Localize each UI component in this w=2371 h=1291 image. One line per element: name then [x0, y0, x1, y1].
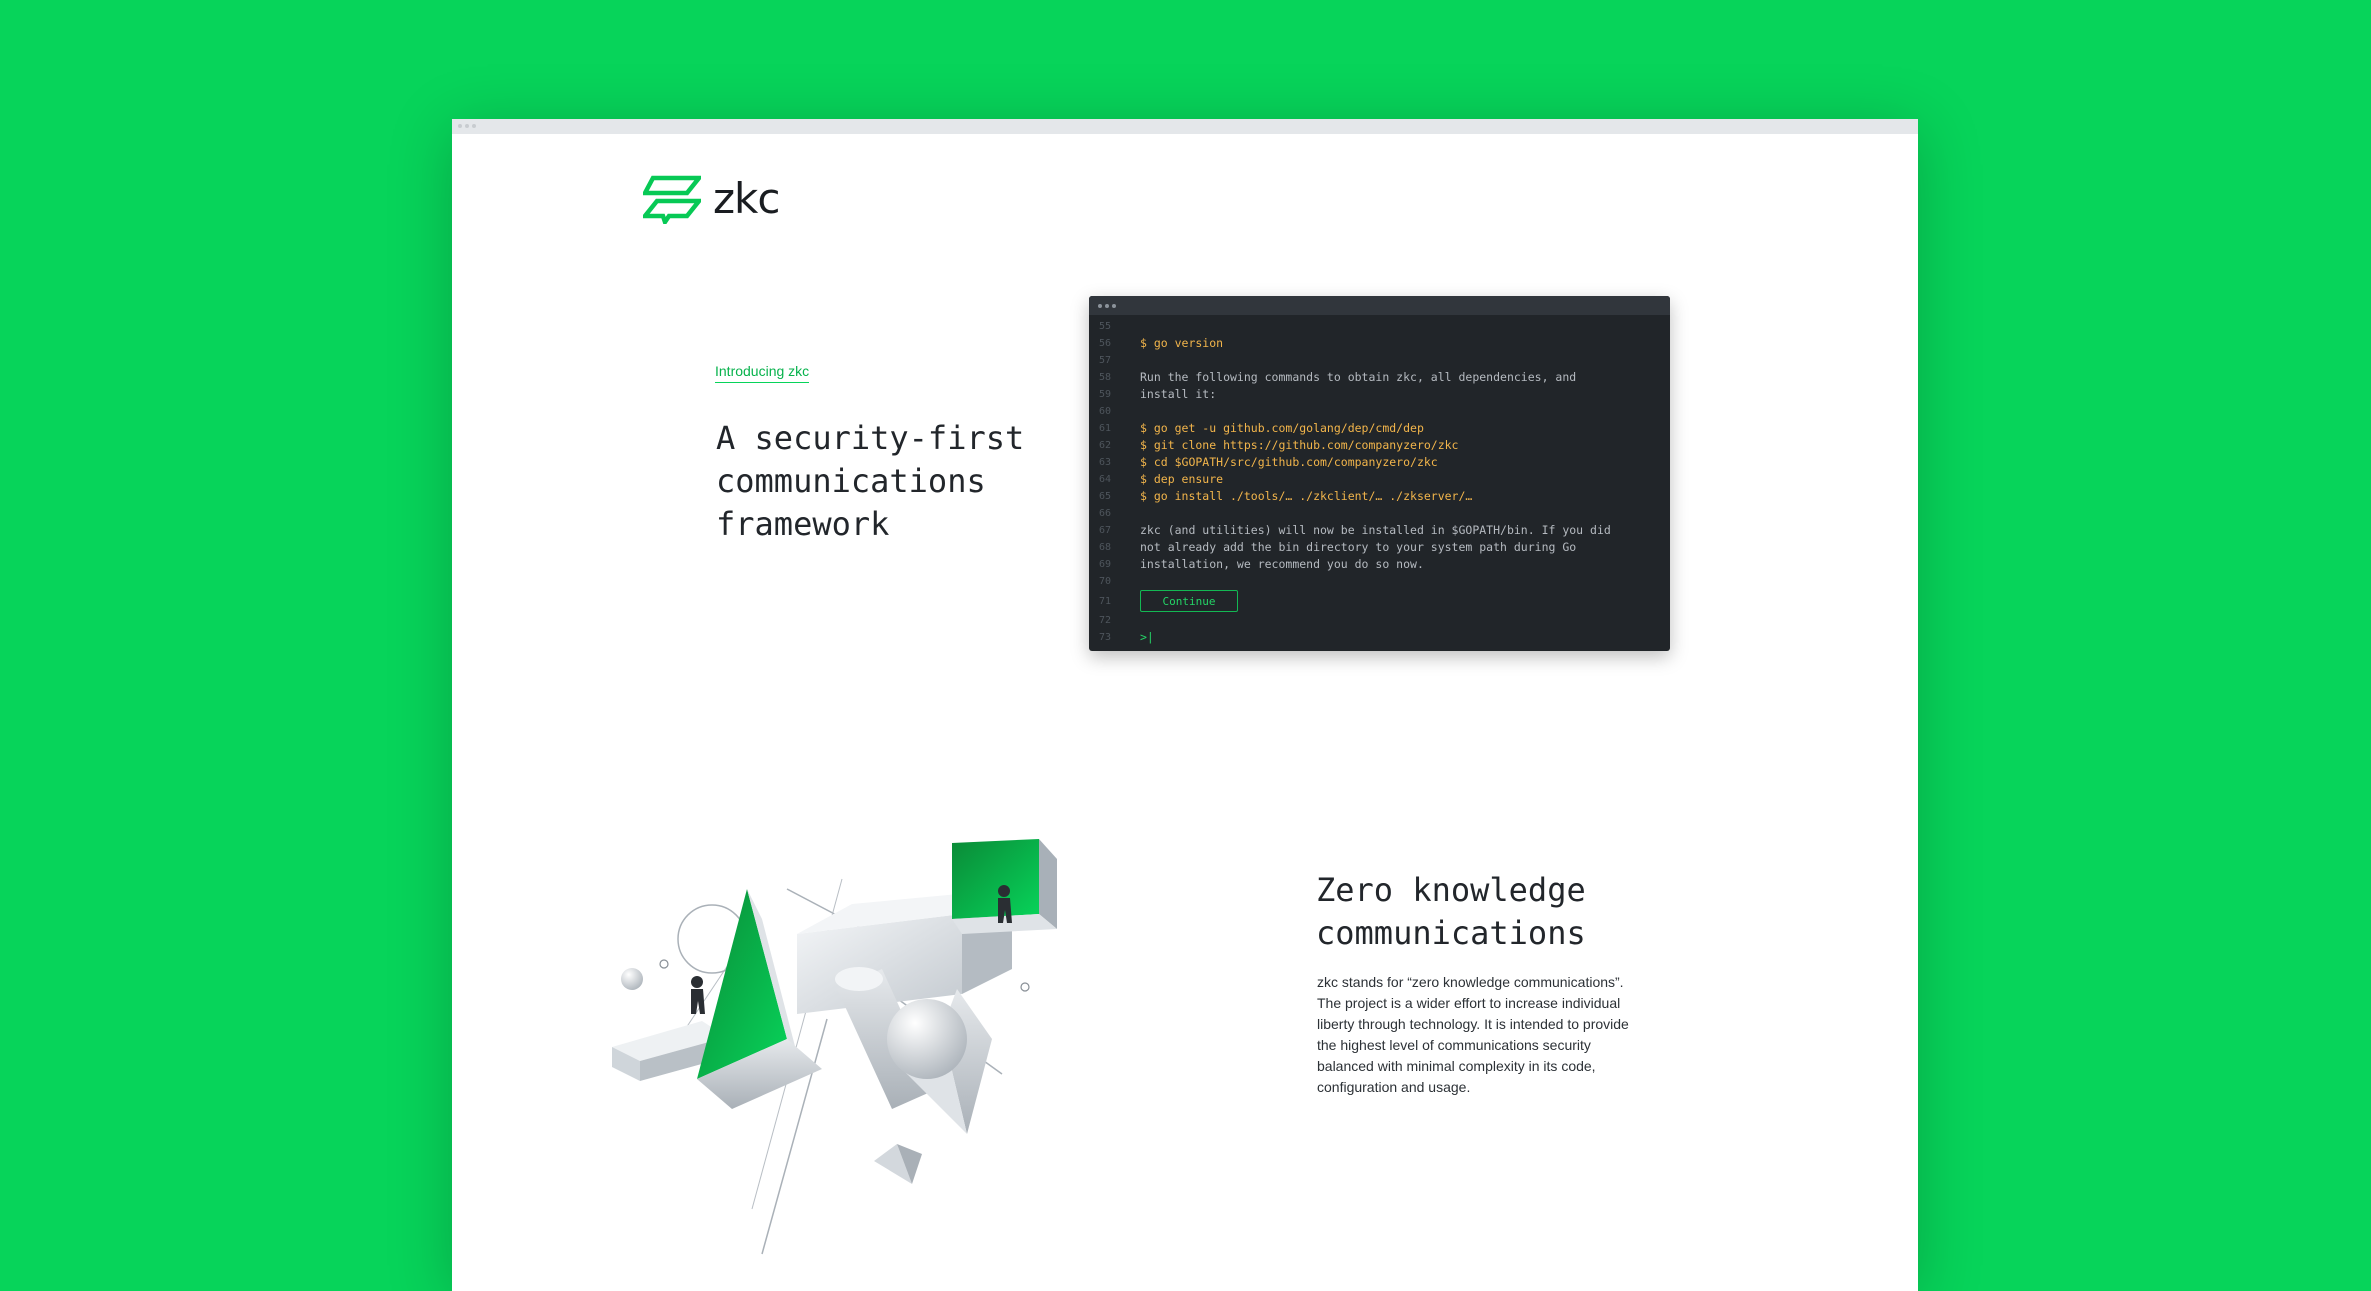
introducing-link[interactable]: Introducing zkc	[715, 363, 810, 383]
line-number: 55	[1099, 321, 1112, 332]
output-text: Run the following commands to obtain zkc…	[1140, 370, 1577, 384]
hero-title: A security-first communications framewor…	[716, 419, 1025, 543]
site-logo[interactable]: zkc	[643, 174, 780, 224]
line-number: 61	[1099, 423, 1112, 434]
line-number: 67	[1099, 525, 1112, 536]
terminal-line: 66	[1089, 505, 1670, 522]
terminal-line: 60	[1089, 403, 1670, 420]
terminal-line: 63 $ cd $GOPATH/src/github.com/companyzer…	[1089, 454, 1670, 471]
output-text: installation, we recommend you do so now…	[1140, 557, 1424, 571]
line-number: 60	[1099, 406, 1112, 417]
output-text: zkc (and utilities) will now be installe…	[1140, 523, 1611, 537]
line-number: 57	[1099, 355, 1112, 366]
terminal-line: 62 $ git clone https://github.com/company…	[1089, 437, 1670, 454]
line-number: 69	[1099, 559, 1112, 570]
section-title: Zero knowledge communications	[1316, 871, 1586, 952]
command-text: $ go get -u github.com/golang/dep/cmd/de…	[1140, 421, 1424, 435]
zkc-logo-icon	[643, 175, 701, 224]
command-text: $ go install ./tools/… ./zkclient/… ./zk…	[1140, 489, 1473, 503]
terminal-line: 58 Run the following commands to obtain z…	[1089, 369, 1670, 386]
terminal-line: 72	[1089, 612, 1670, 629]
terminal-line: 64 $ dep ensure	[1089, 471, 1670, 488]
terminal-line: 65 $ go install ./tools/… ./zkclient/… ./…	[1089, 488, 1670, 505]
line-number: 66	[1099, 508, 1112, 519]
command-text: $ cd $GOPATH/src/github.com/companyzero/…	[1140, 455, 1438, 469]
brand-name: zkc	[713, 174, 780, 223]
line-number: 68	[1099, 542, 1112, 553]
browser-window: zkc Introducing zkc A security-first com…	[452, 119, 1918, 1291]
line-number: 73	[1099, 632, 1112, 643]
terminal-lines-after: 72 73 >|	[1089, 612, 1670, 646]
terminal-lines: 55 56 $ go version 57 58 Run the following co…	[1089, 318, 1670, 590]
line-number: 56	[1099, 338, 1112, 349]
line-number: 63	[1099, 457, 1112, 468]
command-text: $ git clone https://github.com/companyze…	[1140, 438, 1459, 452]
terminal-line: 56 $ go version	[1089, 335, 1670, 352]
command-text: $ dep ensure	[1140, 472, 1224, 486]
line-number: 65	[1099, 491, 1112, 502]
terminal-line: 73 >|	[1089, 629, 1670, 646]
prompt-cursor: >|	[1140, 630, 1154, 644]
terminal-line: 69 installation, we recommend you do so n…	[1089, 556, 1670, 573]
terminal-line: 68 not already add the bin directory to y…	[1089, 539, 1670, 556]
line-number: 62	[1099, 440, 1112, 451]
browser-title-bar	[452, 119, 1918, 134]
terminal-window: 55 56 $ go version 57 58 Run the following co…	[1089, 296, 1670, 651]
window-controls[interactable]	[458, 124, 476, 128]
terminal-line: 61 $ go get -u github.com/golang/dep/cmd/…	[1089, 420, 1670, 437]
section-body: zkc stands for “zero knowledge communica…	[1317, 974, 1629, 1095]
terminal-line: 67 zkc (and utilities) will now be instal…	[1089, 522, 1670, 539]
terminal-line: 59 install it:	[1089, 386, 1670, 403]
line-number: 58	[1099, 372, 1112, 383]
line-number: 72	[1099, 615, 1112, 626]
terminal-line: 55	[1089, 318, 1670, 335]
line-number: 64	[1099, 474, 1112, 485]
line-number: 59	[1099, 389, 1112, 400]
terminal-window-dots	[1098, 304, 1116, 308]
output-text: install it:	[1140, 387, 1217, 401]
line-number: 70	[1099, 576, 1112, 587]
output-text: not already add the bin directory to you…	[1140, 540, 1577, 554]
terminal-title-bar	[1089, 296, 1670, 315]
terminal-body: 55 56 $ go version 57 58 Run the following co…	[1089, 315, 1670, 646]
terminal-line: 57	[1089, 352, 1670, 369]
continue-button[interactable]: Continue	[1140, 590, 1238, 612]
line-number: 71	[1099, 595, 1112, 607]
terminal-line: 70	[1089, 573, 1670, 590]
command-text: $ go version	[1140, 336, 1224, 350]
geometric-shapes-illustration	[612, 839, 1057, 1255]
terminal-line: 71 Continue	[1089, 590, 1670, 612]
